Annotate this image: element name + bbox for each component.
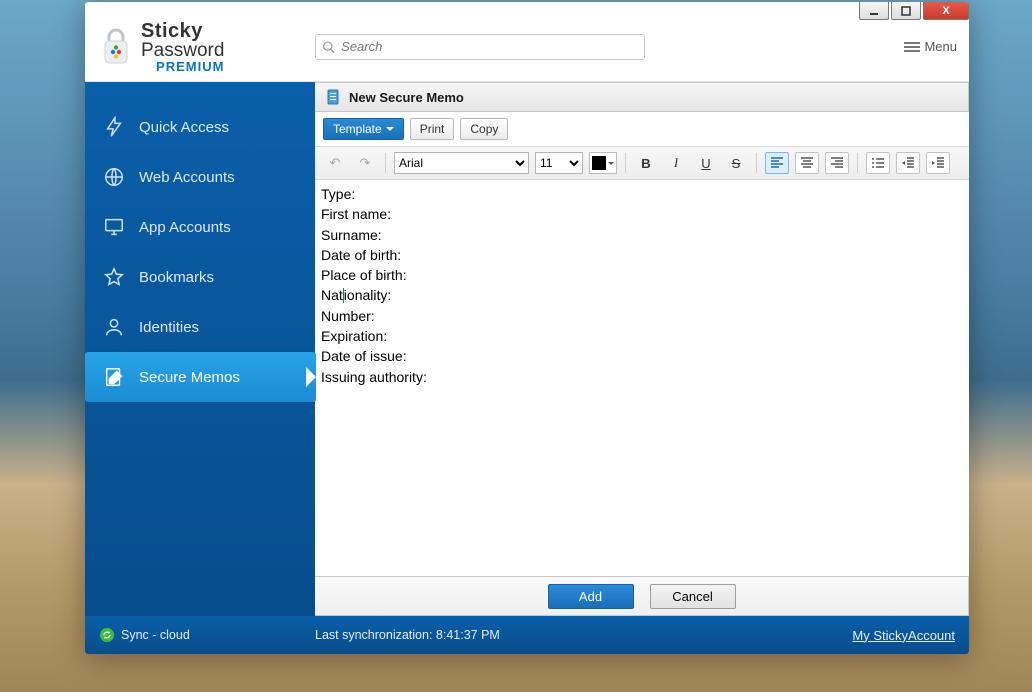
sidebar-item-identities[interactable]: Identities xyxy=(85,302,315,352)
align-left-button[interactable] xyxy=(765,152,789,174)
search-input[interactable] xyxy=(341,39,638,54)
memo-line: Surname: xyxy=(321,225,963,245)
memo-line: Number: xyxy=(321,306,963,326)
person-icon xyxy=(103,316,125,338)
topbar: Sticky Password PREMIUM Menu xyxy=(85,12,969,82)
separator xyxy=(756,153,757,173)
print-button[interactable]: Print xyxy=(410,118,455,140)
redo-button[interactable]: ↷ xyxy=(353,152,377,174)
main-pane: New Secure Memo Template Print Copy ↶ ↷ … xyxy=(315,82,969,616)
memo-line: First name: xyxy=(321,204,963,224)
minimize-button[interactable] xyxy=(859,2,889,20)
strikethrough-button[interactable]: S xyxy=(724,152,748,174)
menu-button[interactable]: Menu xyxy=(904,39,957,54)
star-icon xyxy=(103,266,125,288)
memo-line: Expiration: xyxy=(321,326,963,346)
memo-line: Nationality: xyxy=(321,285,963,305)
sidebar: Quick Access Web Accounts App Accounts B… xyxy=(85,82,315,616)
add-button[interactable]: Add xyxy=(548,584,634,609)
underline-button[interactable]: U xyxy=(694,152,718,174)
pane-header: New Secure Memo xyxy=(315,82,969,112)
last-sync-label: Last synchronization: 8:41:37 PM xyxy=(315,628,500,642)
italic-button[interactable]: I xyxy=(664,152,688,174)
search-container[interactable] xyxy=(315,34,645,60)
indent-button[interactable] xyxy=(926,152,950,174)
sync-status[interactable]: Sync - cloud xyxy=(99,627,315,643)
pane-title: New Secure Memo xyxy=(349,90,464,105)
sidebar-item-web-accounts[interactable]: Web Accounts xyxy=(85,152,315,202)
font-size-select[interactable]: 11 xyxy=(535,152,583,174)
bolt-icon xyxy=(103,116,125,138)
sidebar-item-label: App Accounts xyxy=(139,219,231,236)
undo-button[interactable]: ↶ xyxy=(323,152,347,174)
sidebar-item-secure-memos[interactable]: Secure Memos xyxy=(85,352,316,402)
sidebar-item-label: Web Accounts xyxy=(139,169,235,186)
memo-toolbar: Template Print Copy xyxy=(315,112,969,147)
font-color-picker[interactable] xyxy=(589,152,617,174)
statusbar: Sync - cloud Last synchronization: 8:41:… xyxy=(85,616,969,654)
titlebar: X xyxy=(85,2,969,12)
search-icon xyxy=(322,40,335,54)
close-button[interactable]: X xyxy=(923,2,969,20)
sidebar-item-bookmarks[interactable]: Bookmarks xyxy=(85,252,315,302)
memo-line: Issuing authority: xyxy=(321,367,963,387)
sync-icon xyxy=(99,627,115,643)
app-logo: Sticky Password PREMIUM xyxy=(85,21,315,73)
color-swatch xyxy=(592,156,606,170)
my-account-link[interactable]: My StickyAccount xyxy=(852,628,955,643)
align-right-button[interactable] xyxy=(825,152,849,174)
sidebar-item-label: Quick Access xyxy=(139,119,229,136)
separator xyxy=(857,153,858,173)
globe-icon xyxy=(103,166,125,188)
format-toolbar: ↶ ↷ Arial 11 B I U S xyxy=(315,147,969,180)
memo-line: Type: xyxy=(321,184,963,204)
bold-button[interactable]: B xyxy=(634,152,658,174)
window-controls: X xyxy=(857,2,969,20)
memo-line: Place of birth: xyxy=(321,265,963,285)
caret-down-icon xyxy=(386,127,394,135)
separator xyxy=(385,153,386,173)
action-bar: Add Cancel xyxy=(315,576,969,616)
hamburger-icon xyxy=(904,42,920,52)
lock-icon xyxy=(99,27,133,67)
app-body: Quick Access Web Accounts App Accounts B… xyxy=(85,82,969,616)
memo-line: Date of issue: xyxy=(321,346,963,366)
outdent-button[interactable] xyxy=(896,152,920,174)
app-window: X Sticky Password PREMIUM xyxy=(85,2,969,654)
separator xyxy=(625,153,626,173)
brand-line2: Password xyxy=(141,41,224,60)
sidebar-item-label: Secure Memos xyxy=(139,369,240,386)
copy-button[interactable]: Copy xyxy=(460,118,508,140)
brand-line1: Sticky xyxy=(141,21,224,41)
sidebar-item-quick-access[interactable]: Quick Access xyxy=(85,102,315,152)
font-family-select[interactable]: Arial xyxy=(394,152,529,174)
maximize-button[interactable] xyxy=(891,2,921,20)
brand-edition: PREMIUM xyxy=(141,60,224,73)
sync-label: Sync - cloud xyxy=(121,628,190,642)
document-icon xyxy=(325,89,341,105)
monitor-icon xyxy=(103,216,125,238)
menu-label: Menu xyxy=(924,39,957,54)
memo-line: Date of birth: xyxy=(321,245,963,265)
caret-down-icon xyxy=(608,162,614,168)
sidebar-item-label: Bookmarks xyxy=(139,269,214,286)
memo-editor[interactable]: Type:First name:Surname:Date of birth:Pl… xyxy=(315,180,969,576)
bullet-list-button[interactable] xyxy=(866,152,890,174)
template-button[interactable]: Template xyxy=(323,118,404,140)
note-edit-icon xyxy=(103,366,125,388)
sidebar-item-app-accounts[interactable]: App Accounts xyxy=(85,202,315,252)
sidebar-item-label: Identities xyxy=(139,319,199,336)
cancel-button[interactable]: Cancel xyxy=(650,584,736,609)
align-center-button[interactable] xyxy=(795,152,819,174)
